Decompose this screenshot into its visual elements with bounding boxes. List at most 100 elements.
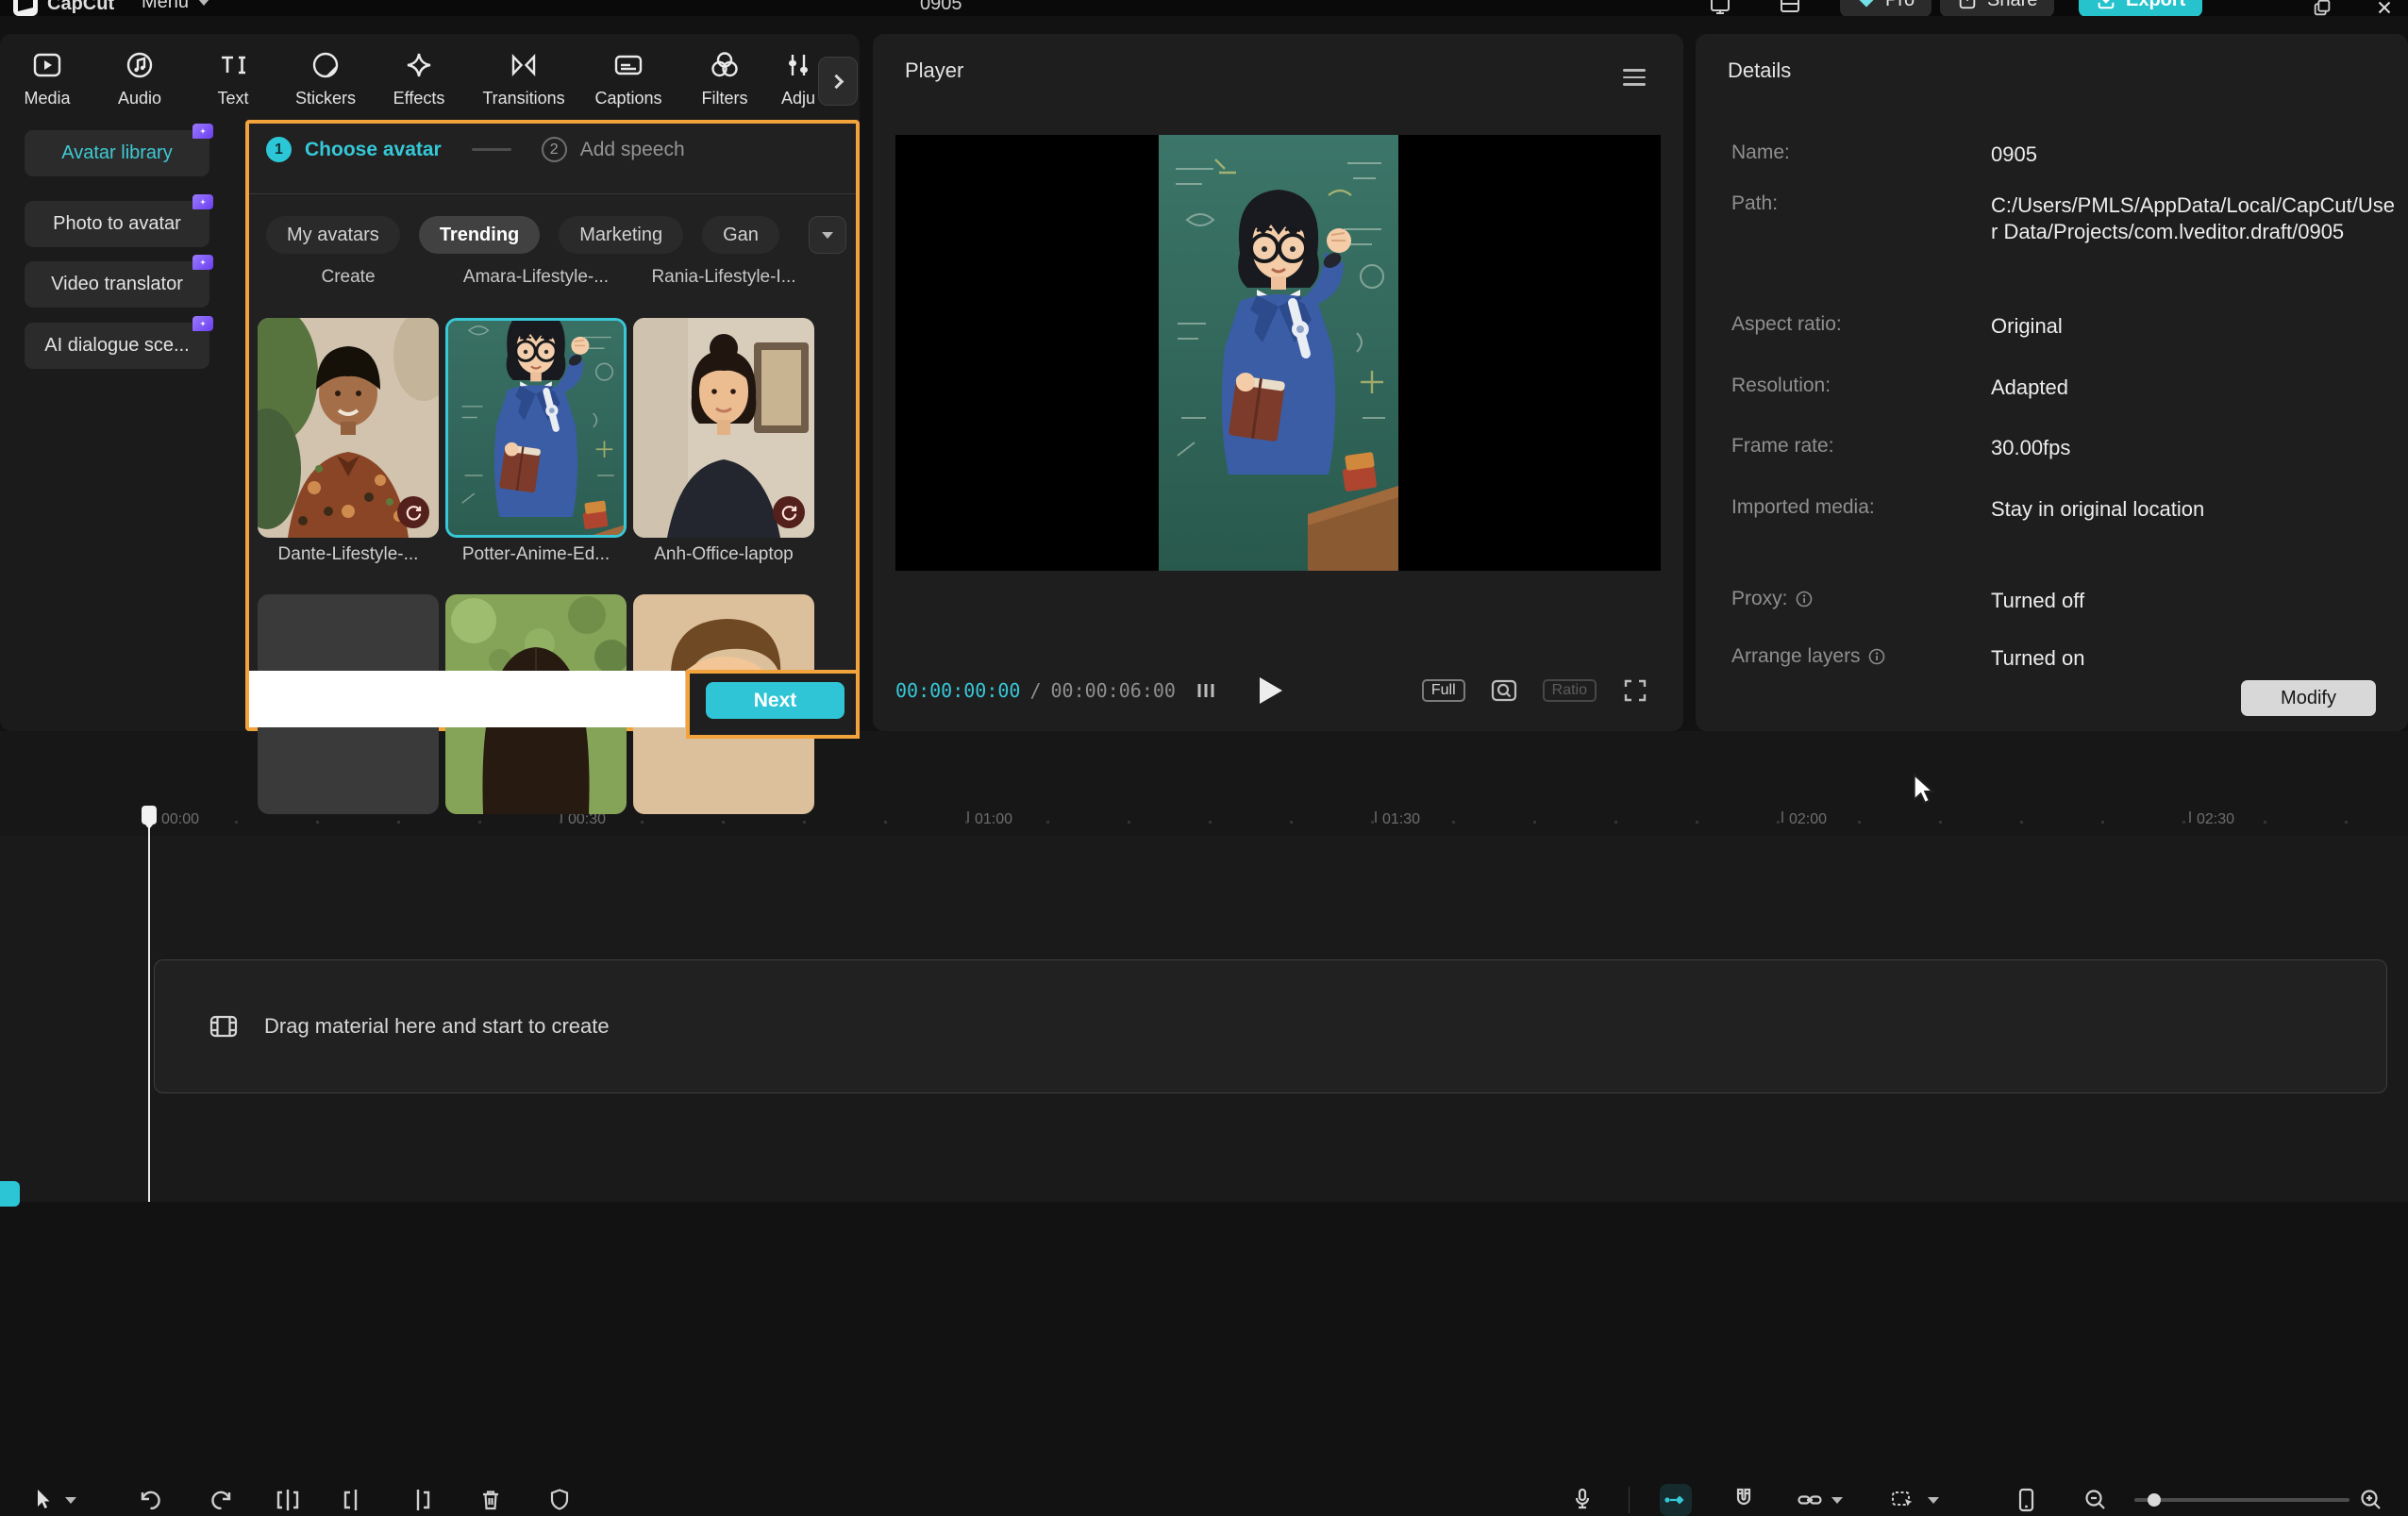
tab-effects[interactable]: Effects bbox=[374, 47, 464, 108]
link-dropdown[interactable] bbox=[1829, 1484, 1846, 1516]
media-icon bbox=[29, 47, 65, 83]
chevron-down-icon bbox=[822, 232, 833, 239]
avatar-label-rania[interactable]: Rania-Lifestyle-I... bbox=[633, 267, 814, 288]
timecode-total: 00:00:06:00 bbox=[1051, 679, 1176, 702]
tab-trending[interactable]: Trending bbox=[419, 216, 540, 254]
adjustment-icon bbox=[780, 47, 816, 83]
audio-icon bbox=[122, 47, 158, 83]
chevron-right-icon bbox=[828, 74, 844, 89]
refresh-icon bbox=[404, 503, 423, 522]
keyframe-button[interactable] bbox=[1660, 1484, 1692, 1516]
tab-my-avatars[interactable]: My avatars bbox=[266, 216, 400, 254]
toolbar-expand-button[interactable] bbox=[818, 57, 858, 106]
devices-icon[interactable] bbox=[1704, 0, 1736, 16]
tab-marketing[interactable]: Marketing bbox=[559, 216, 683, 254]
timeline-corner-button[interactable] bbox=[0, 1181, 20, 1207]
empty-track-dropzone[interactable]: Drag material here and start to create bbox=[154, 959, 2387, 1093]
export-button[interactable]: Export bbox=[2079, 0, 2202, 16]
avatar-label-create[interactable]: Create bbox=[258, 267, 439, 288]
ratio-badge[interactable]: Ratio bbox=[1543, 679, 1597, 702]
delete-button[interactable] bbox=[475, 1484, 507, 1516]
zoom-in-button[interactable] bbox=[2355, 1484, 2387, 1516]
avatar-card-potter-selected[interactable] bbox=[445, 318, 627, 538]
avatar-label-anh[interactable]: Anh-Office-laptop bbox=[633, 544, 814, 565]
tab-gaming[interactable]: Gan bbox=[702, 216, 779, 254]
zoom-out-button[interactable] bbox=[2080, 1484, 2112, 1516]
next-button[interactable]: Next bbox=[706, 682, 844, 719]
player-menu-button[interactable] bbox=[1623, 64, 1646, 91]
pro-label: Pro bbox=[1885, 0, 1915, 11]
avatar-label-amara[interactable]: Amara-Lifestyle-... bbox=[445, 267, 627, 288]
zoom-slider-handle[interactable] bbox=[2148, 1493, 2161, 1507]
fullscreen-icon[interactable] bbox=[1621, 676, 1649, 705]
redo-button[interactable] bbox=[206, 1484, 238, 1516]
app-logo: CapCut bbox=[13, 0, 114, 16]
info-icon[interactable] bbox=[1868, 648, 1885, 665]
tab-transitions[interactable]: Transitions bbox=[478, 47, 569, 108]
transitions-icon bbox=[506, 47, 542, 83]
magnify-preview-icon[interactable] bbox=[1490, 676, 1518, 705]
mask-button[interactable] bbox=[543, 1484, 576, 1516]
details-panel: Details Name: 0905 Path: C:/Users/PMLS/A… bbox=[1696, 34, 2408, 731]
pro-button[interactable]: Pro bbox=[1840, 0, 1931, 16]
frame-view-button[interactable] bbox=[1194, 672, 1218, 709]
play-button[interactable] bbox=[1260, 672, 1282, 709]
captions-icon bbox=[610, 47, 646, 83]
tab-captions[interactable]: Captions bbox=[583, 47, 674, 108]
tab-text[interactable]: Text bbox=[188, 47, 278, 108]
restore-window-button[interactable] bbox=[2306, 0, 2338, 16]
regenerate-button[interactable] bbox=[773, 496, 805, 528]
tabs-dropdown-button[interactable] bbox=[809, 216, 846, 254]
full-quality-badge[interactable]: Full bbox=[1422, 679, 1465, 702]
avatar-label-potter[interactable]: Potter-Anime-Ed... bbox=[445, 544, 627, 565]
stickers-icon bbox=[308, 47, 343, 83]
info-icon[interactable] bbox=[1796, 591, 1813, 608]
tab-audio[interactable]: Audio bbox=[94, 47, 185, 108]
sidebar-item-photo-to-avatar[interactable]: Photo to avatar bbox=[25, 201, 209, 247]
auto-select-button[interactable] bbox=[1887, 1484, 1919, 1516]
film-icon bbox=[208, 1010, 240, 1042]
sidebar-item-ai-dialogue-scene[interactable]: AI dialogue sce... bbox=[25, 323, 209, 369]
export-icon bbox=[2096, 0, 2116, 10]
select-tool-button[interactable] bbox=[26, 1484, 59, 1516]
menu-label: Menu bbox=[142, 0, 189, 13]
timeline-zoom-slider[interactable] bbox=[2134, 1498, 2349, 1502]
trim-left-button[interactable] bbox=[338, 1484, 370, 1516]
menu-button[interactable]: Menu bbox=[142, 0, 209, 13]
preview-on-phone-button[interactable] bbox=[2010, 1484, 2042, 1516]
panel-layout-icon[interactable] bbox=[1774, 0, 1806, 16]
record-voiceover-button[interactable] bbox=[1566, 1484, 1598, 1516]
empty-track-text: Drag material here and start to create bbox=[264, 1014, 610, 1039]
timecode: 00:00:00:00 / 00:00:06:00 bbox=[895, 672, 1176, 709]
step-2-label: Add speech bbox=[580, 139, 685, 161]
avatar-label-dante[interactable]: Dante-Lifestyle-... bbox=[258, 544, 439, 565]
link-button[interactable] bbox=[1794, 1484, 1826, 1516]
minor-ticks bbox=[154, 821, 2408, 824]
tab-stickers[interactable]: Stickers bbox=[280, 47, 371, 108]
close-window-button[interactable] bbox=[2368, 0, 2400, 16]
snapping-magnet-button[interactable] bbox=[1728, 1484, 1760, 1516]
regenerate-button[interactable] bbox=[397, 496, 429, 528]
sidebar-item-video-translator[interactable]: Video translator bbox=[25, 261, 209, 308]
auto-select-dropdown[interactable] bbox=[1925, 1484, 1942, 1516]
video-frame bbox=[1159, 135, 1398, 571]
undo-button[interactable] bbox=[134, 1484, 166, 1516]
avatar-card-anh[interactable] bbox=[633, 318, 814, 538]
track-area[interactable]: Drag material here and start to create bbox=[0, 836, 2408, 1202]
text-icon bbox=[215, 47, 251, 83]
timecode-divider: / bbox=[1029, 679, 1041, 702]
share-button[interactable]: Share bbox=[1940, 0, 2054, 16]
tab-media[interactable]: Media bbox=[2, 47, 92, 108]
trim-right-button[interactable] bbox=[404, 1484, 436, 1516]
avatar-card-dante[interactable] bbox=[258, 318, 439, 538]
split-button[interactable] bbox=[272, 1484, 304, 1516]
sidebar-item-avatar-library[interactable]: Avatar library bbox=[25, 130, 209, 176]
select-tool-dropdown[interactable] bbox=[62, 1484, 79, 1516]
modify-button[interactable]: Modify bbox=[2241, 680, 2376, 716]
bars-icon bbox=[1194, 678, 1218, 703]
capcut-logo-icon bbox=[13, 0, 38, 16]
tab-filters[interactable]: Filters bbox=[679, 47, 770, 108]
playhead-handle[interactable] bbox=[142, 806, 157, 825]
annotation-mask bbox=[249, 671, 685, 727]
divider bbox=[249, 193, 856, 194]
